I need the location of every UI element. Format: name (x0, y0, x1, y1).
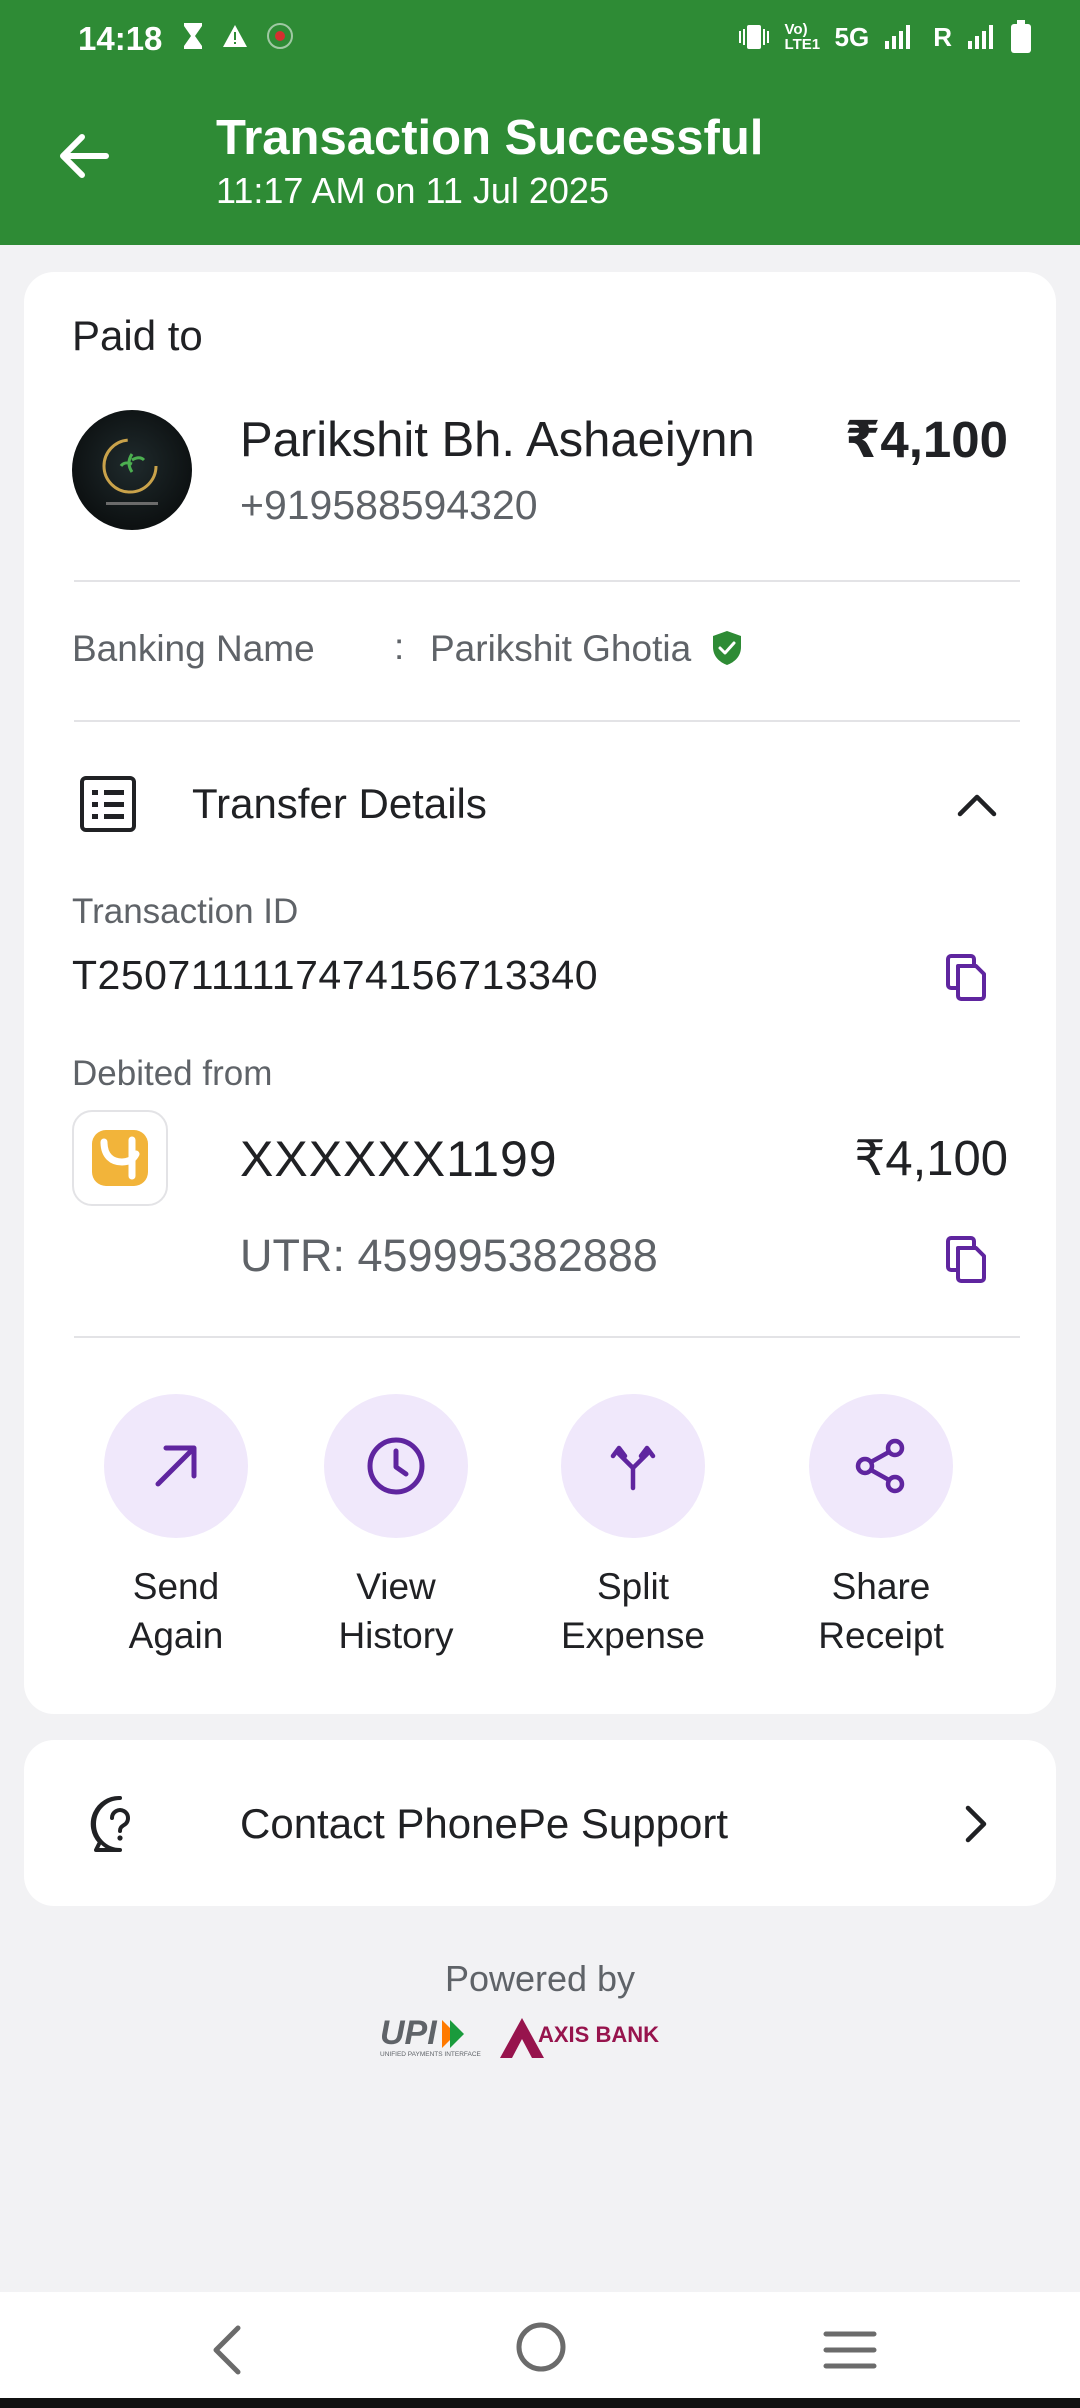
divider (74, 580, 1020, 582)
action-label-line: Receipt (818, 1615, 944, 1656)
debited-amount: ₹4,100 (854, 1132, 1008, 1186)
avatar-logo-icon (102, 438, 158, 505)
view-history-icon-bg (324, 1394, 468, 1538)
copy-icon[interactable] (944, 1234, 990, 1284)
powered-by-label: Powered by (444, 1958, 636, 1999)
axis-bank-logo-text: AXIS BANK (538, 2022, 659, 2047)
transaction-id-label: Transaction ID (72, 892, 299, 931)
status-time: 14:18 (78, 20, 163, 57)
transaction-id-value: T2507111117474156713340 (72, 952, 599, 998)
record-app-icon (267, 23, 293, 49)
share-receipt-label: Share Receipt (786, 1562, 976, 1660)
transaction-card: Paid to Parikshit Bh. Ashaeiynn +9195885… (24, 272, 1056, 1714)
verified-shield-icon (713, 631, 741, 665)
view-history-label: View History (301, 1562, 491, 1660)
action-label-line: Share (831, 1566, 931, 1607)
page-title: Transaction Successful (216, 111, 764, 165)
system-nav-bar (0, 2292, 1080, 2408)
account-number: XXXXXX1199 (240, 1131, 558, 1187)
status-bar: 14:18 Vo) LTE1 5G R (0, 0, 1080, 78)
payee-name: Parikshit Bh. Ashaeiynn (240, 413, 755, 467)
status-notification-icons (182, 22, 294, 50)
receipt-list-icon (80, 776, 136, 832)
action-label-line: Again (128, 1615, 224, 1656)
action-label-line: Expense (561, 1615, 705, 1656)
debited-from-label: Debited from (72, 1054, 273, 1093)
network-type: 5G (834, 21, 870, 52)
action-label-line: History (338, 1615, 454, 1656)
payee-phone: +919588594320 (240, 482, 538, 528)
split-icon (610, 1445, 656, 1491)
action-label-line: Send (132, 1566, 220, 1607)
transfer-details-title[interactable]: Transfer Details (192, 780, 487, 828)
send-again-button[interactable]: Send Again (81, 1394, 271, 1660)
clock-icon (367, 1437, 425, 1495)
share-receipt-button[interactable]: Share Receipt (786, 1394, 976, 1660)
send-again-label: Send Again (81, 1562, 271, 1660)
contact-support-label: Contact PhonePe Support (240, 1800, 729, 1847)
axis-bank-logo-icon: AXIS BANK (500, 2018, 659, 2058)
payee-avatar[interactable] (72, 410, 192, 530)
banking-name-separator: : (394, 626, 405, 667)
signal-icon (885, 25, 911, 49)
upi-logo-icon: UPI UNIFIED PAYMENTS INTERFACE (380, 2014, 482, 2058)
utr-number: UTR: 459995382888 (240, 1230, 658, 1281)
send-again-icon-bg (104, 1394, 248, 1538)
split-expense-icon-bg (561, 1394, 705, 1538)
divider (74, 720, 1020, 722)
nav-menu-icon[interactable] (822, 2328, 878, 2372)
upi-logo-subtext: UNIFIED PAYMENTS INTERFACE (380, 2051, 482, 2058)
arrow-up-right-icon (155, 1445, 197, 1487)
divider (74, 1336, 1020, 1338)
chevron-up-icon[interactable] (954, 782, 1000, 828)
hourglass-icon (184, 23, 202, 49)
chevron-right-icon (965, 1805, 987, 1843)
gesture-strip (0, 2398, 1080, 2408)
roaming-indicator: R (933, 21, 952, 52)
share-icon (855, 1438, 905, 1494)
vibrate-icon (738, 25, 769, 49)
upi-logo-text: UPI (380, 2014, 438, 2052)
action-label-line: Split (597, 1566, 669, 1607)
paid-to-label: Paid to (72, 312, 203, 359)
view-history-button[interactable]: View History (301, 1394, 491, 1660)
payment-amount: ₹4,100 (844, 411, 1008, 468)
bank-logo (72, 1110, 168, 1206)
battery-icon (1011, 20, 1031, 53)
split-expense-button[interactable]: Split Expense (538, 1394, 728, 1660)
help-chat-icon (90, 1795, 130, 1852)
share-receipt-icon-bg (809, 1394, 953, 1538)
banking-name-value: Parikshit Ghotia (430, 628, 692, 669)
warning-icon (223, 25, 247, 47)
transaction-datetime: 11:17 AM on 11 Jul 2025 (216, 170, 609, 211)
nav-home-icon[interactable] (514, 2320, 568, 2374)
contact-support-row[interactable]: Contact PhonePe Support (24, 1740, 1056, 1906)
nav-back-icon[interactable] (204, 2322, 252, 2378)
header-bar: 14:18 Vo) LTE1 5G R Transaction Successf… (0, 0, 1080, 245)
back-arrow-icon[interactable] (56, 128, 112, 184)
signal-icon-2 (968, 25, 993, 49)
banking-name-label: Banking Name (72, 628, 315, 669)
status-system-icons: Vo) LTE1 5G R (737, 20, 1032, 54)
pnb-logo-icon (92, 1130, 148, 1186)
split-expense-label: Split Expense (538, 1562, 728, 1660)
partner-logos: UPI UNIFIED PAYMENTS INTERFACE AXIS BANK (380, 2014, 659, 2058)
copy-icon[interactable] (944, 952, 990, 1002)
volte-indicator: Vo) LTE1 (784, 21, 821, 53)
action-label-line: View (356, 1566, 436, 1607)
